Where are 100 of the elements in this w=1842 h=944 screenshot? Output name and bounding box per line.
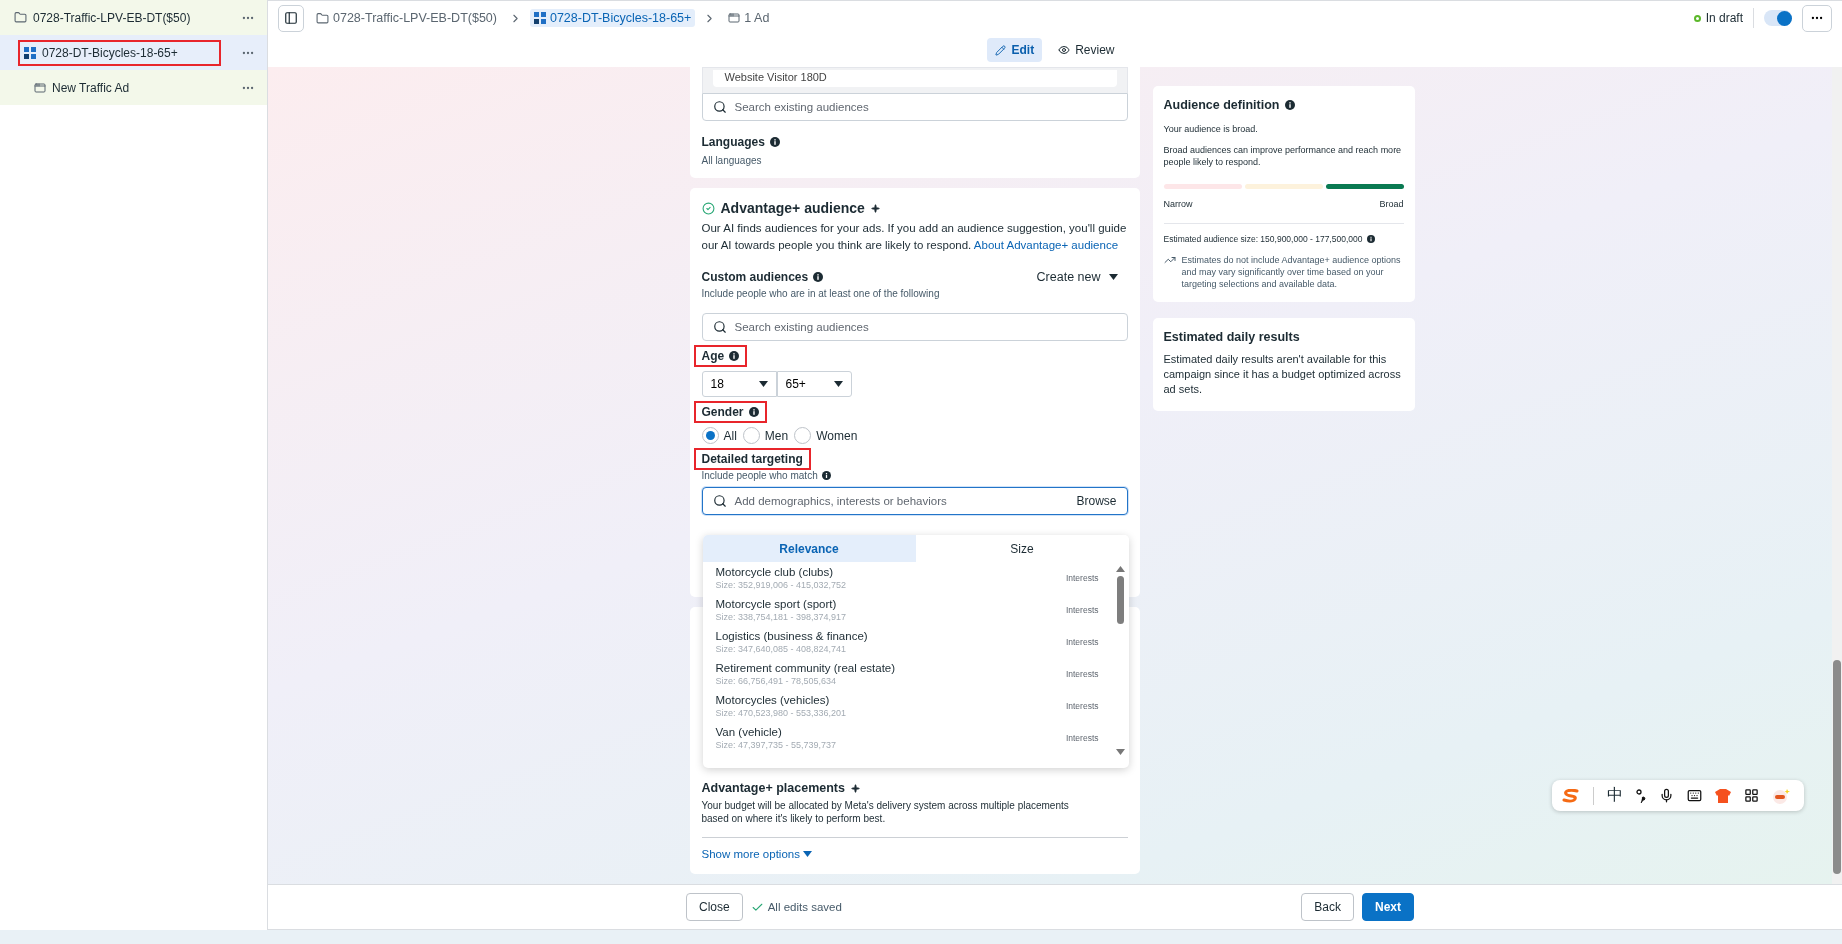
suggestion-category: Interests [1065, 573, 1099, 583]
microphone-icon[interactable] [1659, 788, 1674, 803]
back-button[interactable]: Back [1301, 893, 1354, 921]
check-circle-icon [701, 201, 715, 215]
pencil-icon [995, 44, 1007, 56]
suggestion-size: Size: 66,756,491 - 78,505,634 [715, 676, 838, 686]
age-select[interactable]: 65+ [776, 371, 852, 397]
caret-down-icon [758, 381, 768, 387]
sidebar-item[interactable]: 0728-Traffic-LPV-EB-DT($50) [0, 0, 267, 35]
suggestion-size: Size: 47,397,735 - 55,739,737 [715, 740, 837, 750]
sidebar-icon [284, 11, 298, 25]
info-icon [1367, 235, 1376, 243]
scale-label: Narrow [1163, 199, 1193, 209]
create-new-button[interactable]: Create new [1026, 270, 1128, 284]
card-title: Audience definition [1163, 98, 1280, 112]
radio-label: Men [764, 428, 789, 443]
sidebar-item-label: New Traffic Ad [28, 74, 221, 101]
info-icon [813, 272, 824, 282]
suggestion-item[interactable]: Van (vehicle) Size: 47,397,735 - 55,739,737 Interests [702, 722, 1113, 754]
sidebar-item[interactable]: New Traffic Ad [0, 70, 267, 105]
targeting-search-field[interactable]: Add demographics, interests or behaviors Browse [701, 487, 1128, 515]
suggestion-category: Interests [1065, 637, 1099, 647]
status-label: In draft [1693, 11, 1743, 25]
browse-button[interactable]: Browse [1076, 494, 1117, 508]
close-button[interactable]: Close [686, 893, 743, 921]
keyboard-icon[interactable] [1687, 788, 1702, 803]
scrollbar-thumb[interactable] [1117, 576, 1124, 624]
ime-logo-icon[interactable] [1562, 788, 1580, 803]
field-hint: Include people who are in at least one of the following [701, 288, 941, 299]
ime-mode-button[interactable]: 中 [1607, 785, 1623, 806]
shirt-icon[interactable] [1715, 788, 1731, 803]
search-icon [712, 320, 727, 334]
folder-icon [316, 11, 329, 25]
suggestion-name: Motorcycles (vehicles) [715, 694, 831, 706]
suggestion-category: Interests [1065, 701, 1099, 711]
sort-tab[interactable]: Relevance [702, 535, 916, 562]
breadcrumb-item[interactable]: 0728-DT-Bicycles-18-65+ [529, 9, 696, 27]
section-description: Your budget will be allocated by Meta's delivery system across multiple placements based on where it's likely to perform best. [701, 799, 1070, 825]
sidebar-item-label: 0728-Traffic-LPV-EB-DT($50) [8, 4, 221, 31]
saved-audience: Website Visitor 180D [712, 70, 1117, 87]
suggestion-item[interactable]: Motorcycle club (clubs) Size: 352,919,006 - 415,032,752 Interests [702, 562, 1113, 594]
field-value: All languages [701, 155, 763, 166]
suggestion-category: Interests [1065, 669, 1099, 679]
suggestion-name: Van (vehicle) [715, 726, 783, 738]
suggestion-item[interactable]: Logistics (business & finance) Size: 347,640,085 - 408,824,741 Interests [702, 626, 1113, 658]
sidebar-item[interactable]: 0728-DT-Bicycles-18-65+ [0, 35, 267, 70]
audience-verdict: Your audience is broad. [1163, 124, 1259, 134]
sidebar-item-label: 0728-DT-Bicycles-18-65+ [18, 39, 221, 66]
suggestion-size: Size: 338,754,181 - 398,374,917 [715, 612, 847, 622]
suggestion-category: Interests [1065, 733, 1099, 743]
suggestion-size: Size: 347,640,085 - 408,824,741 [715, 644, 848, 654]
mode-tab[interactable]: Review [1050, 38, 1123, 62]
scrollbar-thumb[interactable] [1833, 660, 1841, 874]
suggestion-size: Size: 352,919,006 - 415,032,752 [715, 580, 847, 590]
save-status: All edits saved [767, 901, 842, 913]
suggestion-name: Retirement community (real estate) [715, 662, 896, 674]
folder-icon [14, 11, 27, 24]
apps-icon[interactable] [1744, 788, 1759, 803]
search-field[interactable]: Search existing audiences [701, 313, 1128, 341]
radio-label: All [723, 428, 737, 443]
info-icon [821, 471, 831, 480]
info-icon [748, 407, 759, 417]
audience-size: Estimated audience size: 150,900,000 - 177,500,000 [1163, 234, 1363, 244]
age-select[interactable]: 18 [701, 371, 777, 397]
field-hint: Include people who match [701, 470, 818, 481]
scale-label: Broad [1379, 199, 1404, 209]
section-description: Our AI finds audiences for your ads. If you add an audience suggestion, you'll guide our AI towards people you think are likely to respond. About Advantage+ audience [701, 221, 1128, 253]
grid-icon [533, 12, 546, 24]
breadcrumb-item[interactable]: 1 Ad [724, 9, 774, 27]
section-title: Advantage+ audience [720, 200, 865, 216]
punctuation-icon[interactable] [1636, 788, 1646, 803]
caret-up-icon [1116, 566, 1125, 572]
suggestion-item[interactable]: Motorcycles (vehicles) Size: 470,523,980 - 553,336,201 Interests [702, 690, 1113, 722]
section-title: Advantage+ placements [701, 781, 845, 795]
sidebar-toggle-button[interactable] [278, 4, 304, 32]
eye-icon [1058, 44, 1071, 56]
field-label: Detailed targeting [693, 448, 811, 470]
learn-more-link[interactable]: About Advantage+ audience [973, 239, 1119, 251]
next-button[interactable]: Next [1362, 893, 1414, 921]
suggestion-item[interactable]: Retirement community (real estate) Size: 66,756,491 - 78,505,634 Interests [702, 658, 1113, 690]
estimate-note: Estimates do not include Advantage+ audience options and may vary significantly over time based on your targeting selections and available data. [1181, 254, 1402, 290]
breadcrumb-item[interactable]: 0728-Traffic-LPV-EB-DT($50) [312, 9, 501, 27]
trend-icon [1163, 254, 1176, 266]
search-icon [712, 100, 727, 114]
mascot-icon[interactable] [1772, 787, 1790, 804]
search-field[interactable]: Search existing audiences [701, 93, 1128, 121]
caret-down-icon [833, 381, 843, 387]
window-icon [728, 12, 741, 24]
suggestion-name: Logistics (business & finance) [715, 630, 868, 642]
suggestion-size: Size: 470,523,980 - 553,336,201 [715, 708, 847, 718]
caret-down-icon [802, 851, 812, 857]
suggestion-name: Motorcycle sport (sport) [715, 598, 838, 610]
sparkle-icon [870, 203, 880, 213]
show-more-link[interactable]: Show more options [701, 848, 812, 860]
grid-icon [24, 46, 36, 59]
toggle-switch[interactable] [1764, 10, 1792, 26]
sort-tab[interactable]: Size [915, 535, 1129, 562]
field-label: Age [693, 345, 748, 367]
suggestion-item[interactable]: Motorcycle sport (sport) Size: 338,754,181 - 398,374,917 Interests [702, 594, 1113, 626]
mode-tab[interactable]: Edit [987, 38, 1043, 62]
